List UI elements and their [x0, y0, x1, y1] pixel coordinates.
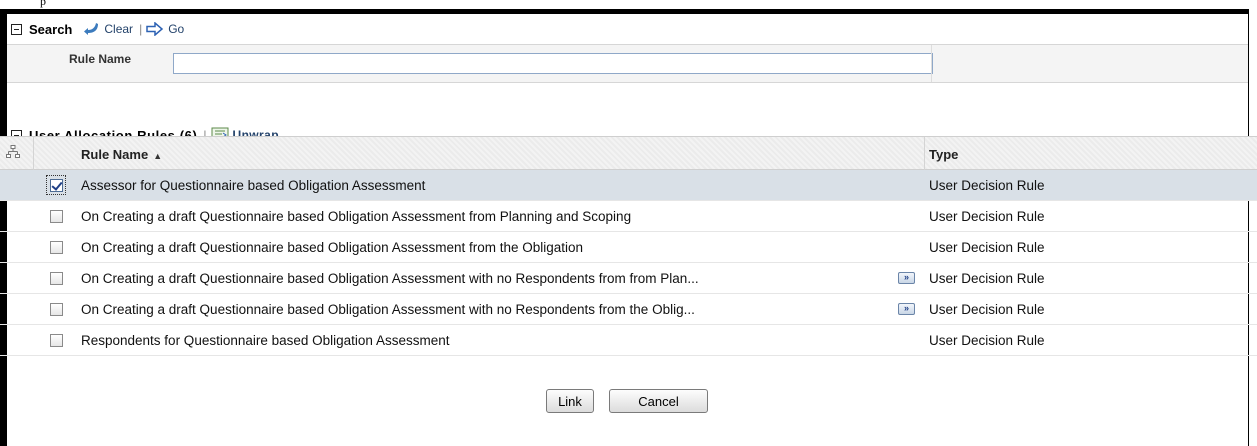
rule-type-cell: User Decision Rule [929, 271, 1045, 286]
rule-type-cell: User Decision Rule [929, 302, 1045, 317]
rule-type-cell: User Decision Rule [929, 240, 1045, 255]
rule-name-cell: On Creating a draft Questionnaire based … [81, 271, 699, 286]
top-strip-text: p [40, 0, 46, 8]
go-button[interactable]: Go [146, 22, 184, 36]
row-checkbox[interactable] [50, 272, 63, 285]
sort-ascending-icon: ▲ [153, 151, 163, 161]
rule-name-cell: Assessor for Questionnaire based Obligat… [81, 178, 426, 193]
rule-type-cell: User Decision Rule [929, 333, 1045, 348]
table-row[interactable]: Assessor for Questionnaire based Obligat… [0, 170, 1257, 201]
rule-name-cell: Respondents for Questionnaire based Obli… [81, 333, 450, 348]
grid-column-header: Rule Name ▲ Type [0, 136, 1257, 170]
search-header: Search Clear | Go [7, 14, 1248, 44]
row-checkbox[interactable] [50, 303, 63, 316]
search-title: Search [29, 21, 73, 37]
toolbar-separator: | [139, 22, 143, 36]
expand-text-icon[interactable]: » [898, 303, 915, 315]
go-label: Go [168, 22, 185, 36]
rule-name-cell: On Creating a draft Questionnaire based … [81, 240, 584, 255]
go-arrow-icon [146, 22, 164, 36]
rule-type-cell: User Decision Rule [929, 209, 1045, 224]
search-panel-divider [931, 45, 932, 82]
table-row[interactable]: On Creating a draft Questionnaire based … [0, 294, 1257, 325]
column-header-rule-name[interactable]: Rule Name ▲ [81, 147, 162, 162]
row-checkbox[interactable] [50, 334, 63, 347]
row-checkbox[interactable] [50, 210, 63, 223]
table-row[interactable]: On Creating a draft Questionnaire based … [0, 201, 1257, 232]
expand-text-icon[interactable]: » [898, 272, 915, 284]
clear-button[interactable]: Clear [84, 22, 133, 36]
clear-icon [84, 23, 99, 35]
table-row[interactable]: On Creating a draft Questionnaire based … [0, 232, 1257, 263]
button-bar: Link Cancel [0, 389, 1257, 419]
table-row[interactable]: Respondents for Questionnaire based Obli… [0, 325, 1257, 356]
hierarchy-icon[interactable] [6, 145, 20, 162]
row-checkbox[interactable] [50, 179, 63, 192]
rule-name-cell: On Creating a draft Questionnaire based … [81, 209, 632, 224]
link-button[interactable]: Link [546, 389, 594, 413]
rule-name-cell: On Creating a draft Questionnaire based … [81, 302, 695, 317]
rule-name-input[interactable] [173, 53, 933, 74]
column-divider [33, 137, 34, 170]
top-strip: p [0, 0, 1257, 9]
table-row[interactable]: On Creating a draft Questionnaire based … [0, 263, 1257, 294]
rule-type-cell: User Decision Rule [929, 178, 1045, 193]
row-checkbox[interactable] [50, 241, 63, 254]
column-divider [924, 137, 925, 170]
column-header-type[interactable]: Type [929, 147, 958, 162]
collapse-search-toggle[interactable] [11, 23, 22, 35]
clear-label: Clear [104, 22, 134, 36]
search-panel: Rule Name [7, 44, 1248, 83]
cancel-button[interactable]: Cancel [609, 389, 708, 413]
rule-name-label: Rule Name [69, 52, 132, 66]
